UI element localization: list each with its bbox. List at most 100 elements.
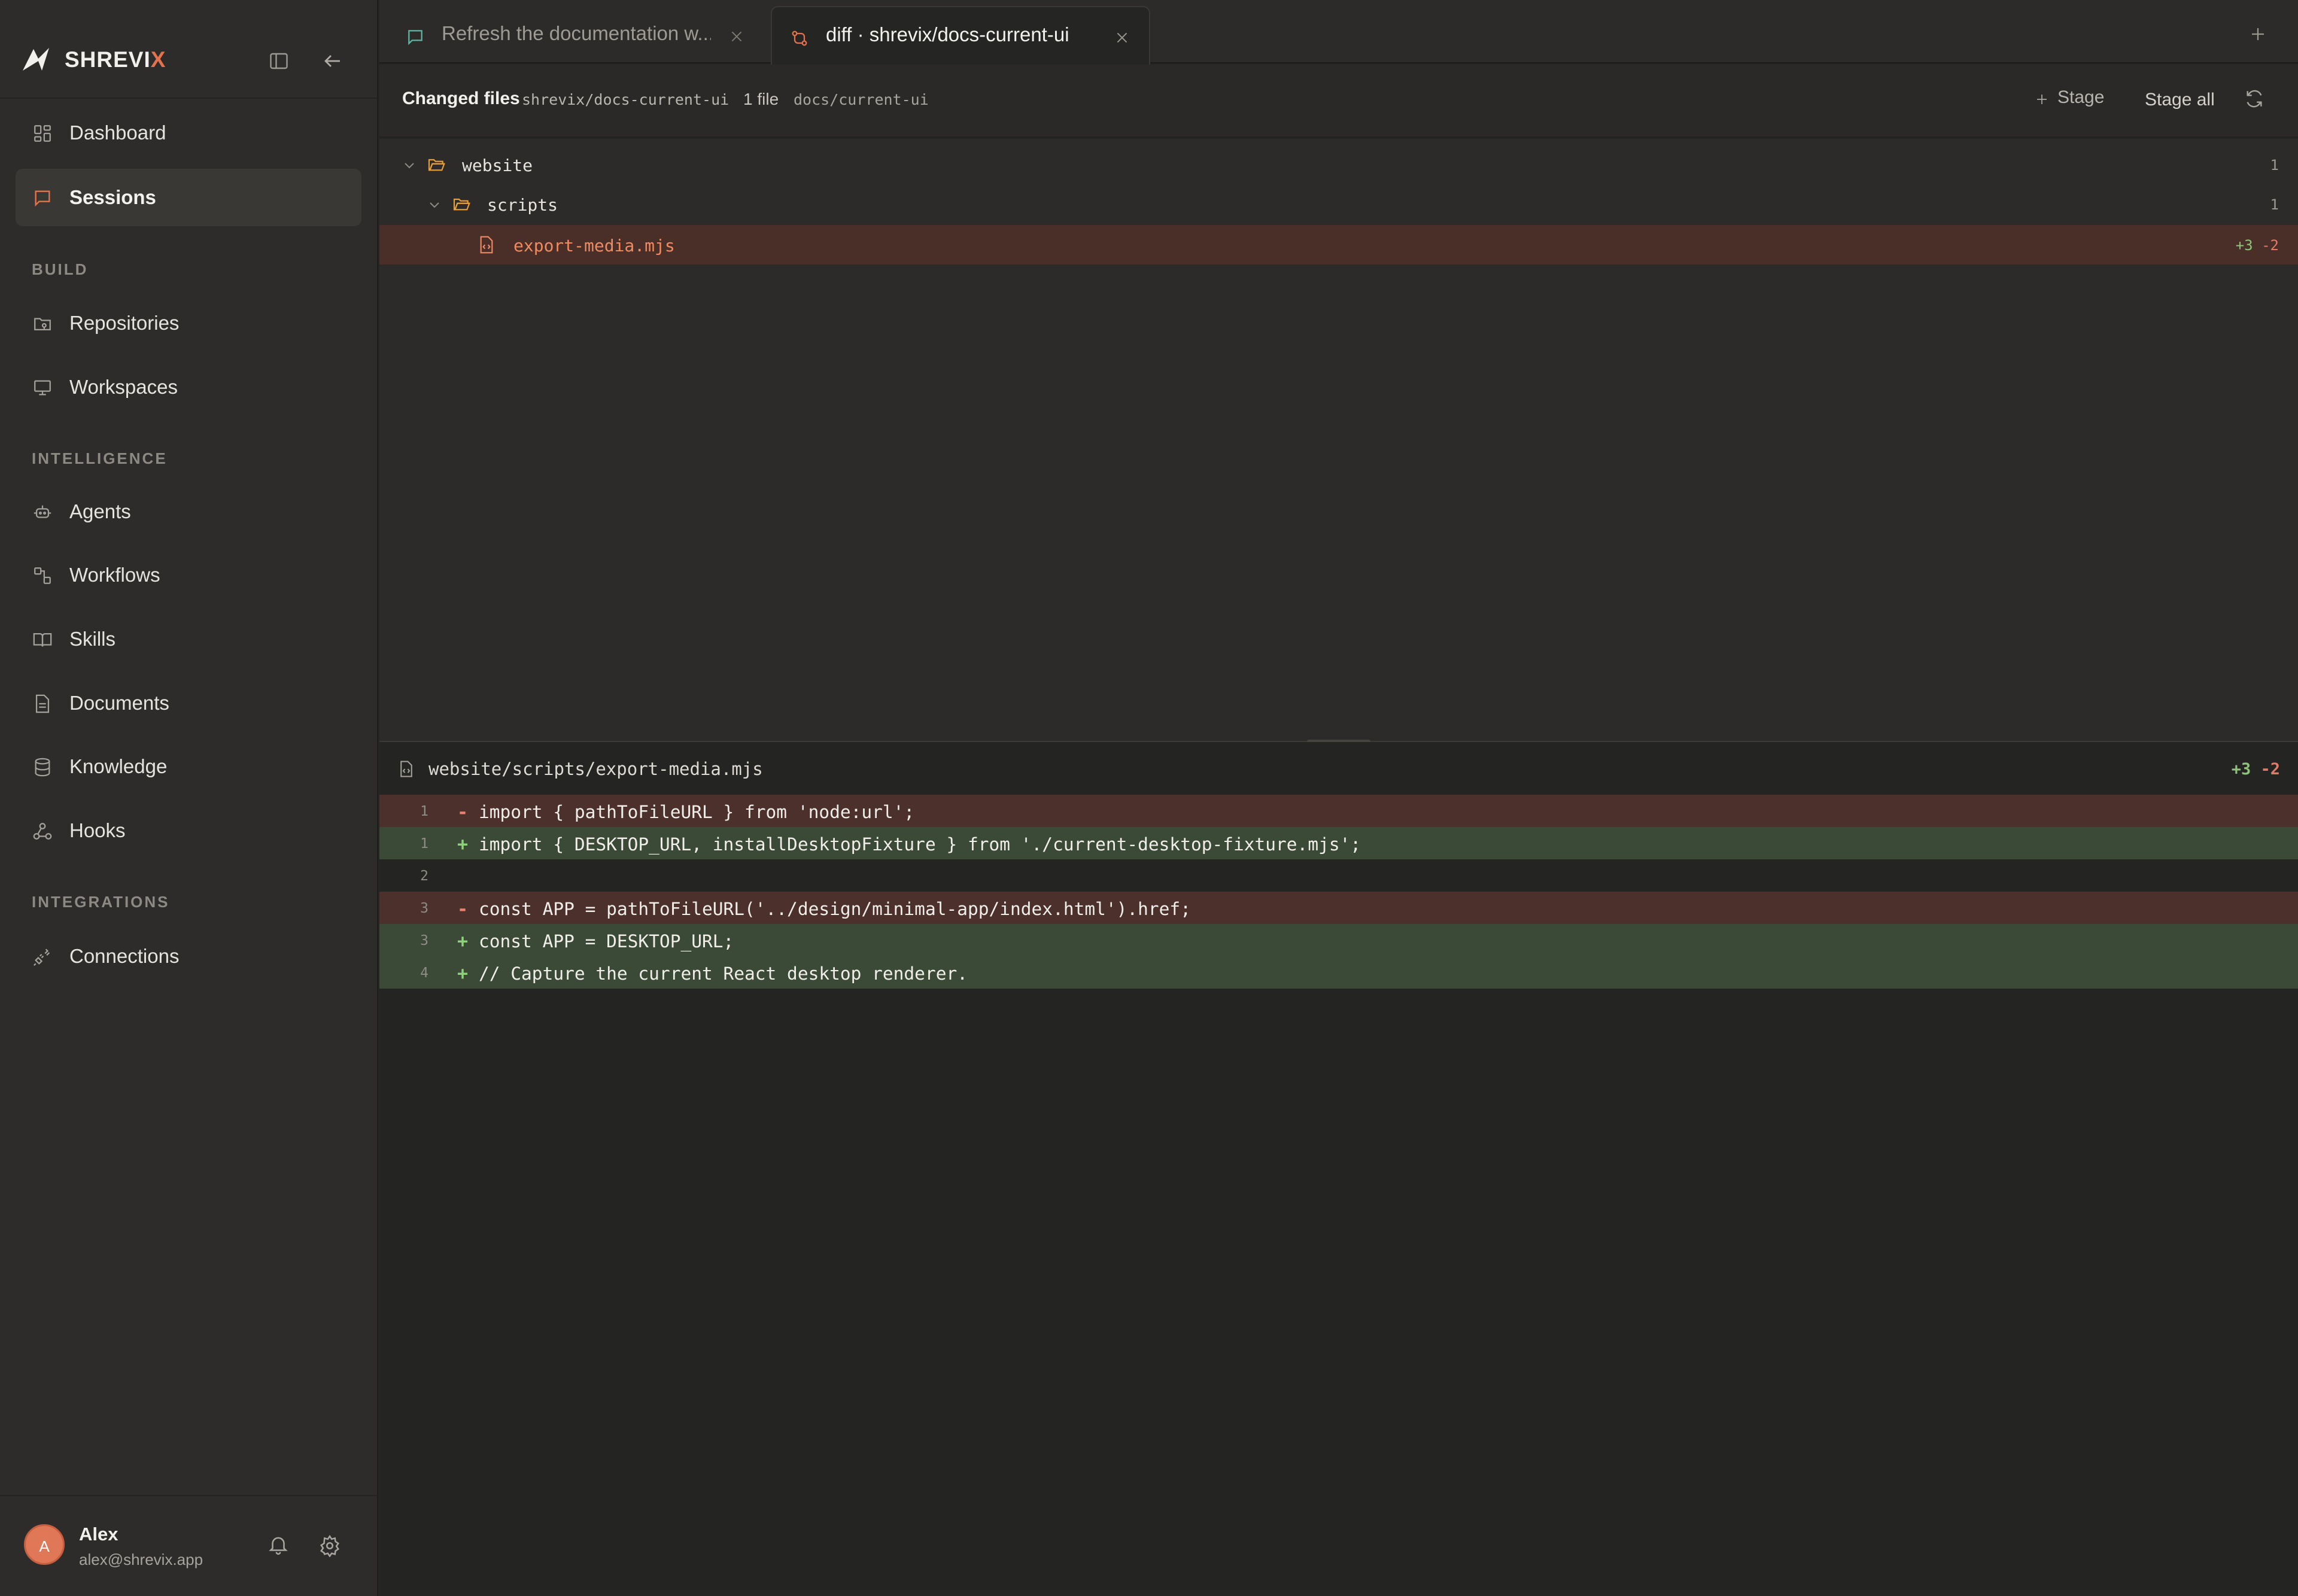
section-label-integrations: INTEGRATIONS: [32, 893, 170, 911]
avatar[interactable]: A: [24, 1524, 65, 1565]
worktree-path: docs/current-ui: [794, 91, 929, 108]
book-icon: [33, 633, 52, 647]
chevron-down-icon: [430, 202, 439, 208]
close-icon[interactable]: [729, 29, 744, 44]
tree-folder-scripts[interactable]: scripts 1: [379, 184, 2298, 224]
diff-marker: +: [457, 963, 469, 984]
sidebar-item-workspaces[interactable]: Workspaces: [16, 358, 361, 416]
sidebar-item-label: Workspaces: [69, 376, 178, 398]
monitor-icon: [34, 380, 51, 396]
file-diff-stats: +3 -2: [2236, 237, 2279, 254]
code-text: import { pathToFileURL } from 'node:url'…: [479, 802, 915, 822]
stage-all-button[interactable]: Stage all: [2145, 90, 2215, 110]
line-number: 2: [420, 868, 428, 884]
database-icon: [35, 758, 50, 777]
plug-icon: [34, 949, 50, 966]
section-label-build: BUILD: [32, 260, 89, 278]
tree-item-name: export-media.mjs: [513, 236, 675, 256]
diff-line-context: 2: [379, 859, 2298, 892]
tab-diff[interactable]: diff · shrevix/docs-current-ui: [771, 6, 1150, 65]
diff-line-added: 3 + const APP = DESKTOP_URL;: [379, 924, 2298, 956]
file-tree: website 1 scripts 1 export-media.mjs +3 …: [379, 139, 2298, 741]
user-profile: A Alex alex@shrevix.app: [0, 1495, 377, 1596]
sidebar-item-label: Skills: [69, 628, 116, 650]
tree-folder-website[interactable]: website 1: [379, 145, 2298, 184]
code-text: import { DESKTOP_URL, installDesktopFixt…: [479, 834, 1361, 855]
git-compare-icon: [792, 31, 807, 46]
tree-item-count: 1: [2270, 157, 2279, 174]
sidebar-item-label: Repositories: [69, 312, 180, 334]
tree-item-name: scripts: [487, 195, 558, 215]
sidebar-item-label: Agents: [69, 500, 131, 522]
sidebar-item-label: Hooks: [69, 819, 126, 841]
diff-marker: +: [457, 834, 469, 855]
brand-name: SHREVIX: [65, 47, 166, 72]
sidebar-item-label: Knowledge: [69, 755, 168, 777]
user-email: alex@shrevix.app: [79, 1551, 203, 1568]
diff-file-path: website/scripts/export-media.mjs: [428, 759, 763, 779]
sidebar-item-hooks[interactable]: Hooks: [16, 802, 361, 859]
lines-added: +3: [2231, 760, 2251, 779]
user-name: Alex: [79, 1524, 118, 1545]
line-number: 3: [420, 901, 428, 916]
document-icon: [35, 694, 50, 713]
tree-item-count: 1: [2270, 196, 2279, 213]
code-text: // Capture the current React desktop ren…: [479, 963, 968, 984]
sidebar-item-knowledge[interactable]: Knowledge: [16, 738, 361, 795]
stage-button-label: Stage: [2057, 87, 2105, 107]
changes-toolbar: Changed files shrevix/docs-current-ui 1 …: [379, 65, 2298, 138]
code-text: const APP = pathToFileURL('../design/min…: [479, 899, 1191, 919]
diff-line-removed: 3 - const APP = pathToFileURL('../design…: [379, 892, 2298, 924]
diff-viewer: website/scripts/export-media.mjs +3 -2 1…: [379, 742, 2298, 1596]
sidebar-item-label: Documents: [69, 692, 169, 714]
sidebar-item-label: Workflows: [69, 564, 160, 586]
code-text: const APP = DESKTOP_URL;: [479, 931, 734, 951]
toggle-sidebar-icon[interactable]: [268, 50, 290, 72]
plus-icon[interactable]: [2249, 25, 2267, 43]
gear-icon[interactable]: [318, 1534, 341, 1557]
tab-bar: Refresh the documentation w... diff · sh…: [379, 0, 2298, 65]
section-label-intelligence: INTELLIGENCE: [32, 449, 168, 467]
back-arrow-icon[interactable]: [322, 50, 344, 72]
sidebar-item-repositories[interactable]: Repositories: [16, 294, 361, 352]
folder-open-icon: [453, 198, 470, 211]
lines-added: +3: [2235, 237, 2253, 254]
tree-file-export-media[interactable]: export-media.mjs +3 -2: [379, 225, 2298, 265]
diff-marker: -: [457, 802, 469, 823]
sidebar: SHREVIX Dashboard Sessions BUILD Reposit…: [0, 0, 378, 1596]
file-count: 1 file: [743, 90, 779, 108]
tab-title: Refresh the documentation w...: [442, 22, 711, 44]
sidebar-item-label: Sessions: [69, 186, 156, 208]
robot-icon: [34, 505, 51, 518]
sidebar-item-agents[interactable]: Agents: [16, 483, 361, 540]
changed-files-title: Changed files: [402, 89, 520, 108]
diff-stats: +3 -2: [2232, 760, 2280, 779]
lines-removed: -2: [2260, 760, 2280, 779]
sidebar-item-connections[interactable]: Connections: [16, 928, 361, 985]
tree-item-name: website: [462, 156, 533, 175]
workflow-icon: [34, 567, 51, 584]
plus-icon: [2037, 95, 2047, 104]
sidebar-item-sessions[interactable]: Sessions: [16, 169, 361, 226]
webhook-icon: [33, 823, 52, 840]
line-number: 3: [420, 933, 428, 949]
dashboard-icon: [34, 125, 51, 142]
diff-line-removed: 1 - import { pathToFileURL } from 'node:…: [379, 795, 2298, 827]
chat-bubble-icon: [35, 190, 50, 207]
diff-header: website/scripts/export-media.mjs +3 -2: [379, 742, 2298, 794]
bell-icon[interactable]: [267, 1533, 290, 1556]
sidebar-item-dashboard[interactable]: Dashboard: [16, 104, 361, 162]
chat-bubble-icon: [408, 30, 422, 45]
diff-marker: +: [457, 931, 469, 952]
brand-name-accent: X: [150, 47, 166, 72]
sidebar-item-documents[interactable]: Documents: [16, 674, 361, 732]
line-number: 1: [420, 804, 428, 819]
close-icon[interactable]: [1114, 30, 1130, 45]
tab-session[interactable]: Refresh the documentation w...: [379, 6, 770, 63]
code-file-icon: [400, 761, 412, 777]
sidebar-item-skills[interactable]: Skills: [16, 610, 361, 668]
chevron-down-icon: [405, 163, 414, 169]
refresh-icon[interactable]: [2244, 89, 2264, 109]
sidebar-item-workflows[interactable]: Workflows: [16, 546, 361, 604]
tab-title: diff · shrevix/docs-current-ui: [826, 23, 1069, 45]
